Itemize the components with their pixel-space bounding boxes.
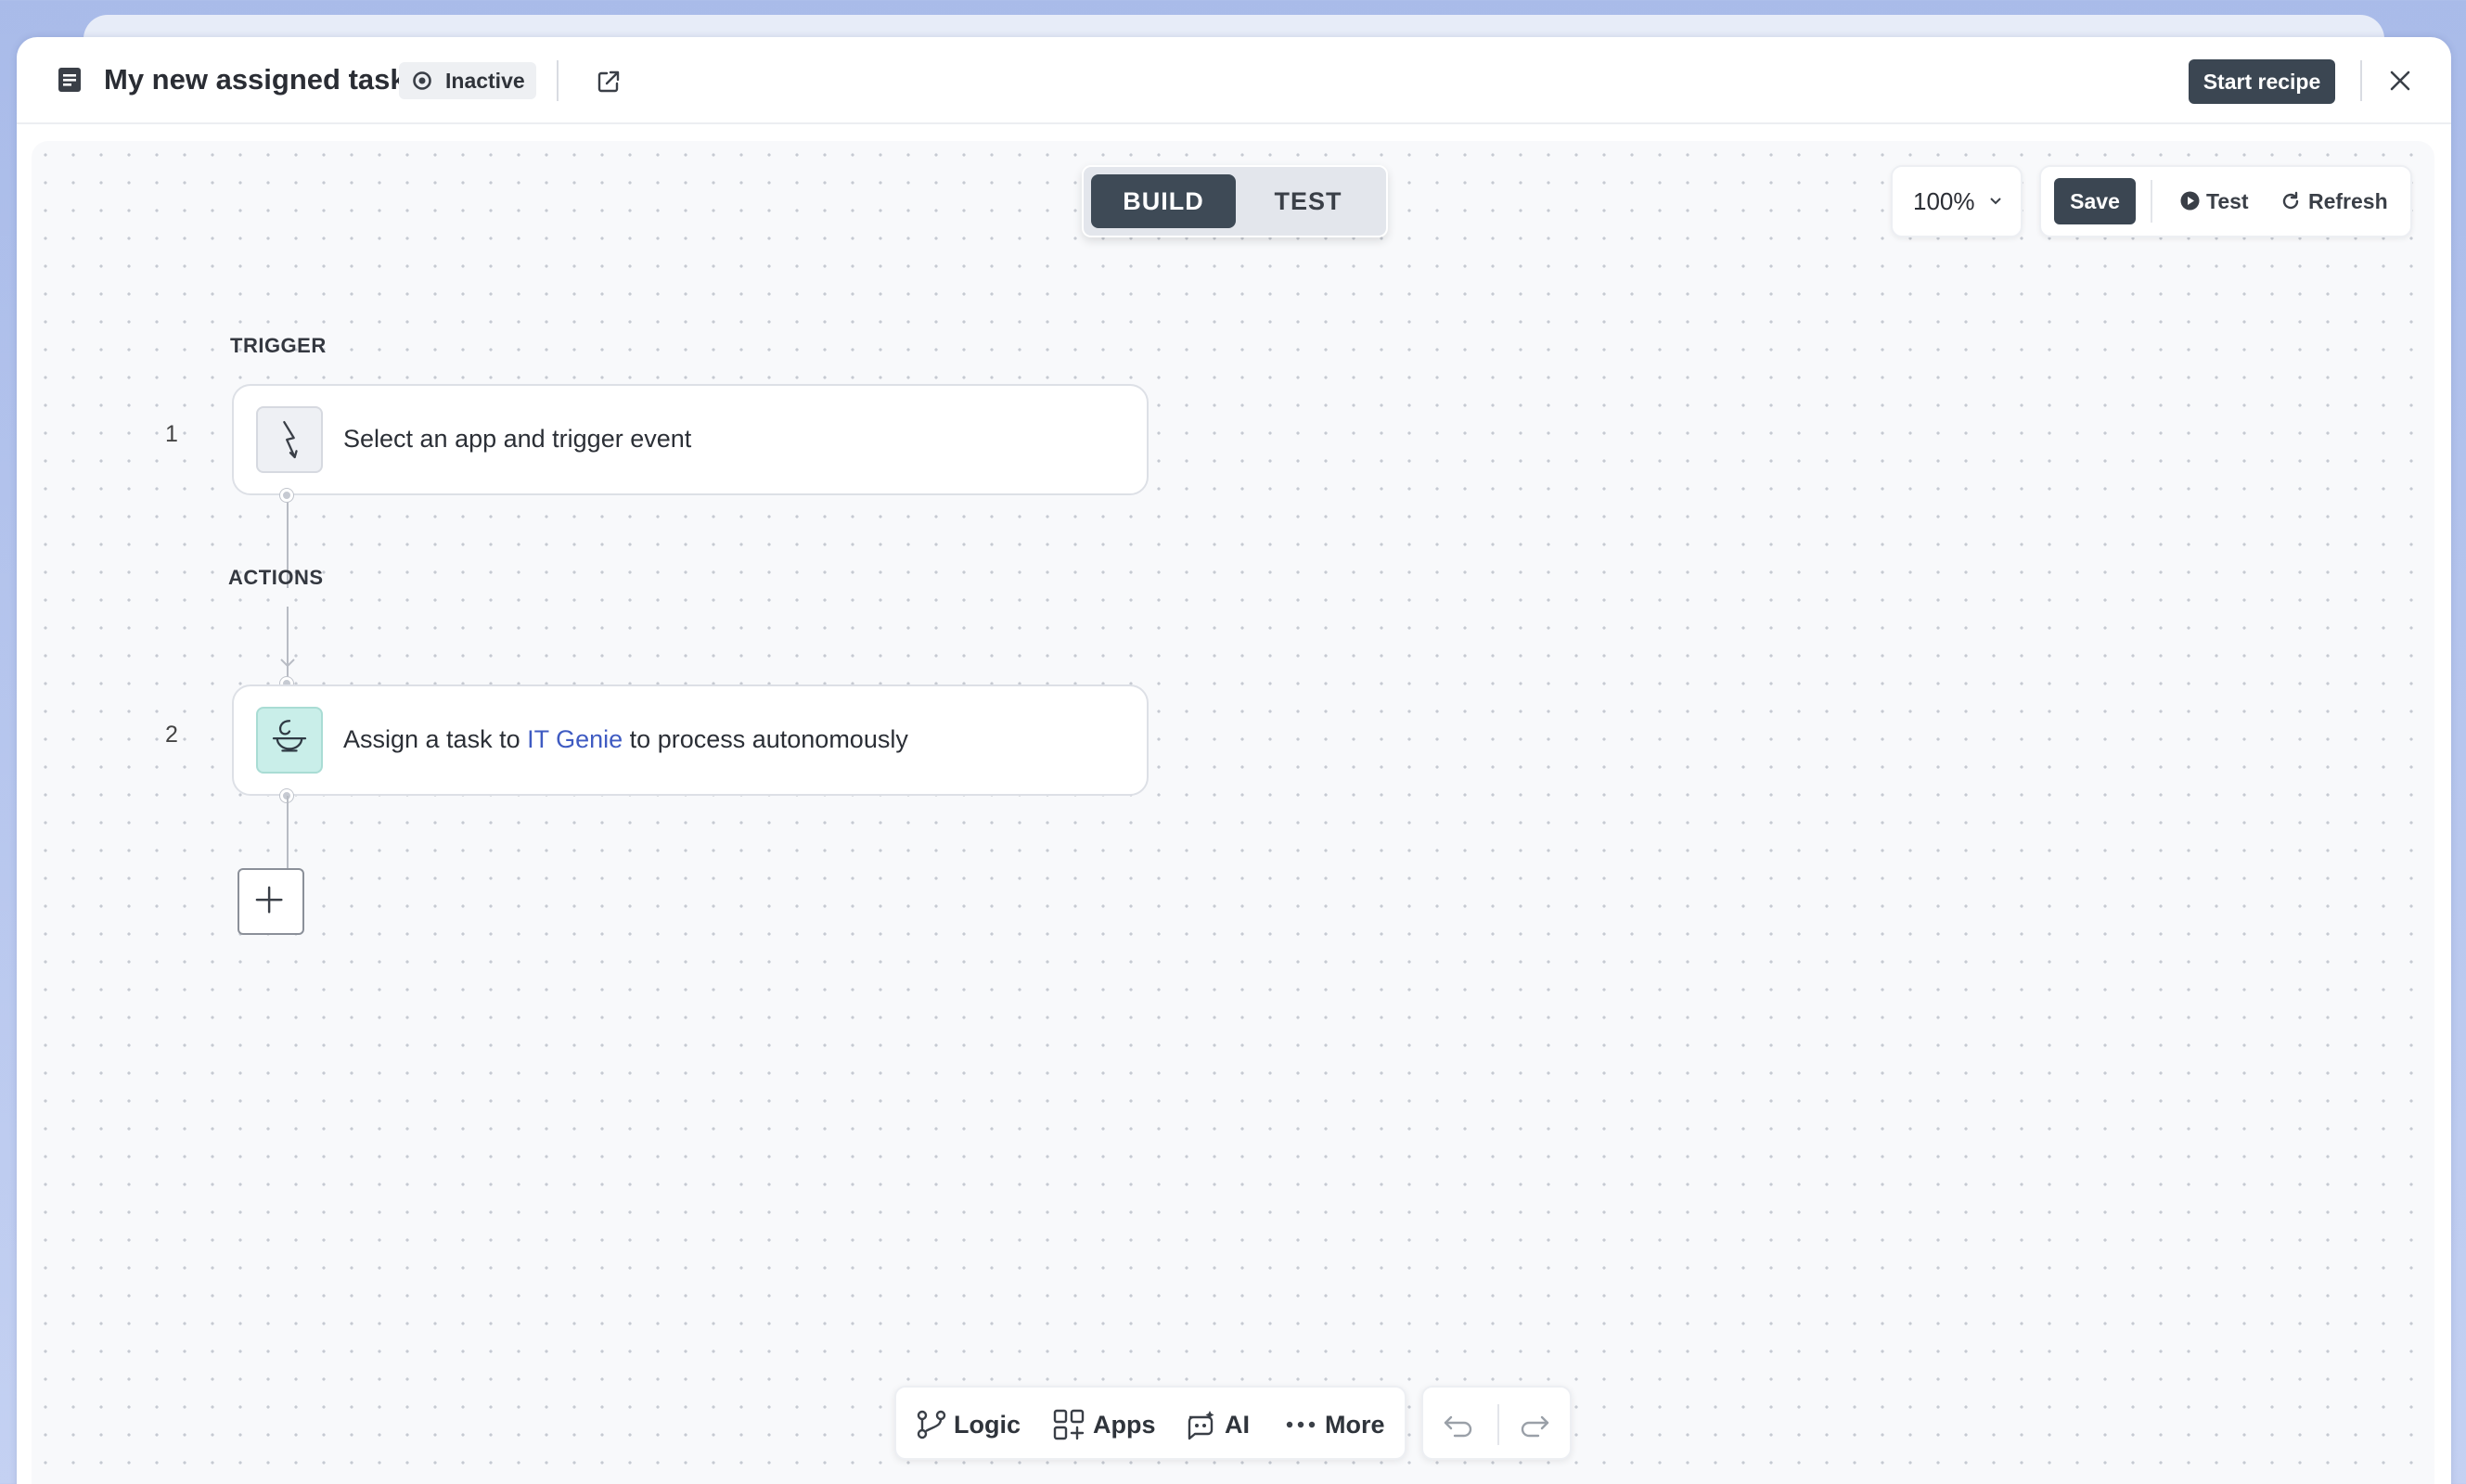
plus-icon — [255, 886, 283, 914]
header-divider — [557, 60, 559, 101]
status-label: Inactive — [445, 69, 525, 93]
redo-icon[interactable] — [1518, 1408, 1551, 1441]
step-number: 2 — [165, 722, 178, 748]
action-text-before: Assign a task to — [343, 725, 528, 753]
apps-icon — [1053, 1409, 1085, 1440]
refresh-button[interactable]: Refresh — [2280, 189, 2388, 214]
toolbar-divider — [2151, 180, 2152, 223]
play-icon — [2180, 191, 2200, 211]
refresh-label: Refresh — [2308, 189, 2388, 213]
history-toolbar — [1421, 1386, 1572, 1460]
refresh-icon — [2282, 191, 2299, 210]
action-toolbar: Save Test Refresh — [2039, 165, 2412, 237]
trigger-step-card[interactable]: Select an app and trigger event — [232, 384, 1149, 495]
action-step-card[interactable]: Assign a task to IT Genie to process aut… — [232, 684, 1149, 796]
apps-button[interactable]: Apps — [1050, 1388, 1156, 1462]
logic-label: Logic — [954, 1411, 1021, 1439]
ai-button[interactable]: AI — [1182, 1388, 1250, 1462]
history-divider — [1497, 1404, 1499, 1445]
trigger-step-text: Select an app and trigger event — [343, 425, 692, 453]
bottom-toolbar: Logic Apps AI More — [894, 1386, 1406, 1460]
tab-build[interactable]: BUILD — [1091, 174, 1236, 228]
inactive-status-icon — [413, 71, 431, 90]
action-step-text: Assign a task to IT Genie to process aut… — [343, 725, 908, 754]
chevron-down-icon — [1990, 198, 2001, 205]
ai-icon — [1188, 1411, 1214, 1440]
connector-dot — [280, 489, 293, 502]
mode-toggle: BUILD TEST — [1082, 165, 1388, 237]
save-button[interactable]: Save — [2054, 178, 2136, 224]
tab-test[interactable]: TEST — [1236, 174, 1381, 228]
zoom-value: 100% — [1913, 187, 1975, 215]
trigger-section-label: TRIGGER — [230, 334, 327, 357]
add-step-button[interactable] — [238, 868, 304, 935]
header-divider-right — [2360, 60, 2362, 101]
genie-lamp-icon — [256, 707, 323, 774]
test-button[interactable]: Test — [2180, 189, 2249, 214]
close-icon[interactable] — [2388, 69, 2412, 93]
connector-line — [287, 796, 289, 868]
status-badge[interactable]: Inactive — [399, 62, 536, 99]
logic-icon — [917, 1410, 946, 1439]
actions-section-label: ACTIONS — [228, 566, 324, 589]
arrow-down-icon — [280, 659, 295, 668]
page-title: My new assigned task — [104, 63, 406, 96]
step-number: 1 — [165, 421, 178, 447]
document-icon — [58, 68, 81, 92]
more-button[interactable]: More — [1282, 1388, 1385, 1462]
more-icon — [1286, 1421, 1316, 1428]
undo-icon[interactable] — [1442, 1408, 1475, 1441]
it-genie-link[interactable]: IT Genie — [527, 725, 623, 753]
recipe-window: My new assigned task Inactive Start reci… — [17, 37, 2451, 1484]
logic-button[interactable]: Logic — [913, 1388, 1021, 1462]
top-bar: My new assigned task Inactive Start reci… — [17, 37, 2451, 124]
lightning-icon — [256, 406, 323, 473]
external-link-icon[interactable] — [596, 69, 622, 95]
zoom-select[interactable]: 100% — [1891, 165, 2023, 237]
apps-label: Apps — [1093, 1411, 1156, 1439]
ai-label: AI — [1225, 1411, 1250, 1439]
test-label: Test — [2206, 189, 2249, 213]
action-text-after: to process autonomously — [623, 725, 908, 753]
recipe-canvas[interactable] — [32, 141, 2434, 1484]
more-label: More — [1325, 1411, 1385, 1439]
start-recipe-button[interactable]: Start recipe — [2189, 59, 2335, 104]
